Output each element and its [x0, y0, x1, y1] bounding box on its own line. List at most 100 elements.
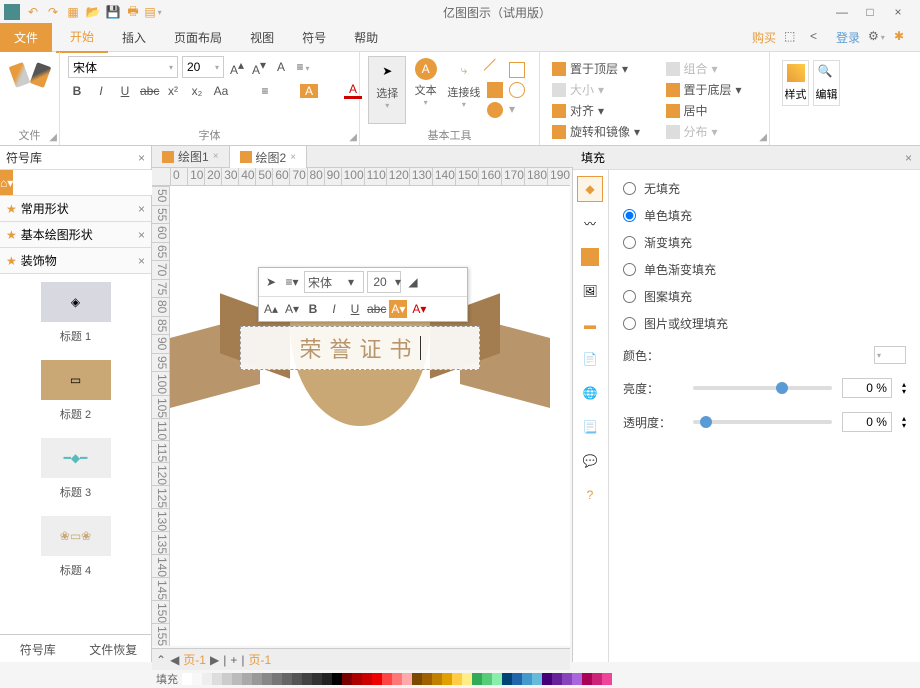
color-swatch[interactable]: [522, 673, 532, 685]
font-grow-icon[interactable]: A▴: [228, 58, 246, 77]
color-swatch[interactable]: [182, 673, 192, 685]
tool-text[interactable]: A 文本 ▾: [406, 56, 444, 124]
page-tab-icon[interactable]: 📄: [577, 346, 603, 372]
color-swatch[interactable]: [332, 673, 342, 685]
color-swatch[interactable]: [242, 673, 252, 685]
font-case-icon[interactable]: A: [272, 60, 290, 74]
font-size-select[interactable]: 20▾: [182, 56, 224, 78]
mini-underline-button[interactable]: U: [346, 300, 364, 318]
color-swatch[interactable]: [372, 673, 382, 685]
bold-button[interactable]: B: [68, 84, 86, 98]
doc-tab-1[interactable]: 绘图1×: [152, 145, 229, 168]
group-launcher-font[interactable]: ◢: [349, 132, 357, 143]
shape-title-2[interactable]: ▭标题 2: [0, 352, 151, 430]
eyedropper-icon[interactable]: [29, 62, 50, 88]
tab-view[interactable]: 视图: [236, 23, 288, 52]
shape-title-1[interactable]: ◈标题 1: [0, 274, 151, 352]
canvas[interactable]: 荣誉证书: [170, 186, 570, 646]
color-swatch[interactable]: [572, 673, 582, 685]
brightness-value[interactable]: 0 %: [842, 378, 892, 398]
opacity-value[interactable]: 0 %: [842, 412, 892, 432]
fill-mono-gradient-radio[interactable]: 单色渐变填充: [623, 261, 906, 278]
strike-button[interactable]: abc: [140, 84, 158, 98]
close-button[interactable]: ×: [888, 5, 908, 19]
opacity-stepper[interactable]: ▴▾: [902, 415, 906, 429]
color-swatch[interactable]: [462, 673, 472, 685]
mini-more-icon[interactable]: ◢: [404, 273, 422, 291]
color-swatch[interactable]: [212, 673, 222, 685]
color-swatch[interactable]: [472, 673, 482, 685]
certificate-shape[interactable]: 荣誉证书: [170, 306, 550, 486]
new-icon[interactable]: ▦: [64, 3, 82, 21]
font-family-select[interactable]: 宋体▾: [68, 56, 178, 78]
color-swatch[interactable]: [582, 673, 592, 685]
color-swatch[interactable]: [502, 673, 512, 685]
close-panel-icon[interactable]: ×: [138, 151, 145, 165]
help-tab-icon[interactable]: ?: [577, 482, 603, 508]
tab-symbol[interactable]: 符号: [288, 23, 340, 52]
style-button[interactable]: 样式: [782, 60, 809, 106]
color-swatch[interactable]: [192, 673, 202, 685]
format-painter-icon[interactable]: [9, 62, 30, 88]
color-swatch[interactable]: [202, 673, 212, 685]
shape-title-4[interactable]: ❀▭❀标题 4: [0, 508, 151, 586]
share-icon[interactable]: ⬚: [784, 29, 802, 47]
redo-icon[interactable]: ↷: [44, 3, 62, 21]
doc-tab-icon[interactable]: 📃: [577, 414, 603, 440]
color-swatch[interactable]: [232, 673, 242, 685]
more-shapes-icon[interactable]: ▾: [509, 102, 525, 118]
color-swatch[interactable]: [222, 673, 232, 685]
mini-size-select[interactable]: 20▾: [367, 271, 401, 293]
settings-icon[interactable]: ⚙: [868, 29, 886, 47]
color-swatch[interactable]: [492, 673, 502, 685]
close-fill-panel-icon[interactable]: ×: [905, 151, 912, 165]
rect-outline-icon[interactable]: [509, 62, 525, 78]
color-swatch[interactable]: [562, 673, 572, 685]
mini-italic-button[interactable]: I: [325, 300, 343, 318]
mini-shrink-icon[interactable]: A▾: [283, 300, 301, 318]
tool-select[interactable]: ➤ 选择 ▾: [368, 56, 406, 124]
color-swatch[interactable]: [352, 673, 362, 685]
minimize-button[interactable]: —: [832, 5, 852, 19]
comment-tab-icon[interactable]: 💬: [577, 448, 603, 474]
color-swatch[interactable]: [602, 673, 612, 685]
color-swatch[interactable]: [532, 673, 542, 685]
mini-align-icon[interactable]: ≡▾: [283, 273, 301, 291]
category-decoration[interactable]: ★装饰物×: [0, 248, 151, 274]
export-icon[interactable]: ▤: [144, 3, 162, 21]
color-swatch[interactable]: [382, 673, 392, 685]
font-shrink-icon[interactable]: A▾: [250, 58, 268, 77]
category-basic[interactable]: ★基本绘图形状×: [0, 222, 151, 248]
mini-pointer-icon[interactable]: ➤: [262, 273, 280, 291]
globe-tab-icon[interactable]: 🌐: [577, 380, 603, 406]
color-swatch[interactable]: [262, 673, 272, 685]
fill-tab-icon[interactable]: ◆: [577, 176, 603, 202]
color-swatch[interactable]: [312, 673, 322, 685]
home-icon[interactable]: ⌂▾: [0, 170, 13, 195]
category-common[interactable]: ★常用形状×: [0, 196, 151, 222]
file-menu[interactable]: 文件: [0, 23, 52, 52]
tab-layout[interactable]: 页面布局: [160, 23, 236, 52]
rect-fill-icon[interactable]: [487, 82, 503, 98]
group-launcher-file[interactable]: ◢: [49, 132, 57, 143]
buy-link[interactable]: 购买: [752, 29, 776, 46]
color-swatch[interactable]: [452, 673, 462, 685]
fill-solid-radio[interactable]: 单色填充: [623, 207, 906, 224]
align-button[interactable]: 对齐▾: [552, 102, 656, 119]
fill-picture-radio[interactable]: 图片或纹理填充: [623, 315, 906, 332]
tab-help[interactable]: 帮助: [340, 23, 392, 52]
page-collapse-icon[interactable]: ⌃: [156, 653, 166, 667]
mini-bold-button[interactable]: B: [304, 300, 322, 318]
color-swatch[interactable]: [592, 673, 602, 685]
underline-button[interactable]: U: [116, 84, 134, 98]
mini-grow-icon[interactable]: A▴: [262, 300, 280, 318]
circle-outline-icon[interactable]: [509, 82, 525, 98]
brightness-slider[interactable]: [693, 386, 832, 390]
color-swatch[interactable]: [252, 673, 262, 685]
color-swatch[interactable]: [432, 673, 442, 685]
color-swatch[interactable]: [422, 673, 432, 685]
print-icon[interactable]: 🖶: [124, 3, 142, 21]
shape-title-3[interactable]: ━◆━标题 3: [0, 430, 151, 508]
rotate-button[interactable]: 旋转和镜像▾: [552, 123, 656, 140]
bring-front-button[interactable]: 置于顶层▾: [552, 60, 656, 77]
